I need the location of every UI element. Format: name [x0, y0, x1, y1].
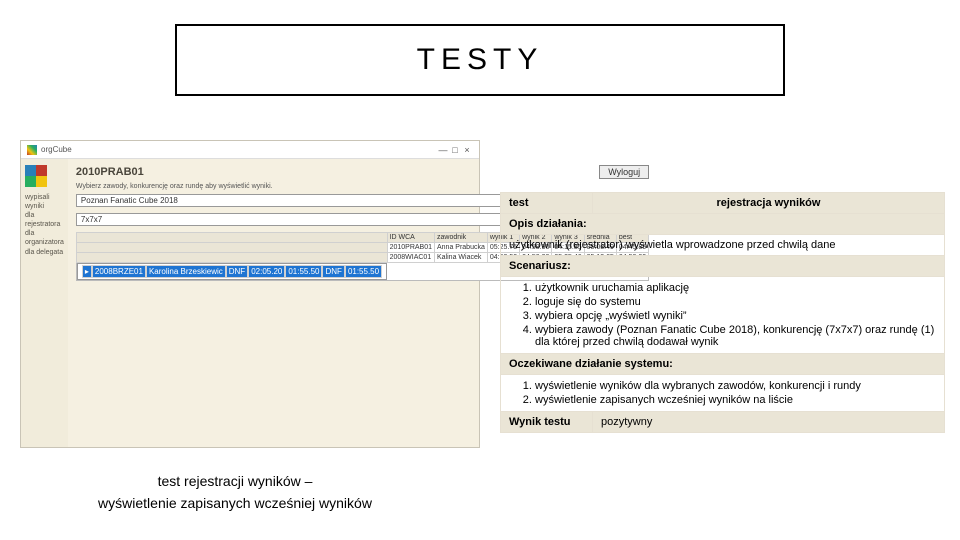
col-rowhdr	[76, 233, 387, 243]
maximize-icon[interactable]: □	[449, 145, 461, 155]
app-titlebar: orgCube — □ ×	[21, 141, 479, 159]
event-select-value: Poznan Fanatic Cube 2018	[81, 196, 178, 205]
minimize-icon[interactable]: —	[437, 145, 449, 155]
close-icon[interactable]: ×	[461, 145, 473, 155]
sidebar-text-1: wypisali wyniki	[25, 193, 64, 211]
list-item: użytkownik uruchamia aplikację	[535, 281, 936, 295]
list-item: wybiera zawody (Poznan Fanatic Cube 2018…	[535, 323, 936, 349]
opis-value: użytkownik (rejestrator) wyświetla wprow…	[501, 235, 944, 255]
wynik-label: Wynik testu	[501, 412, 593, 432]
wynik-value: pozytywny	[593, 412, 944, 432]
list-item: loguje się do systemu	[535, 295, 936, 309]
cell: Kalina Wiacek	[435, 253, 488, 263]
table-row-selected[interactable]: ▸ 2008BRZE01 Karolina Brzeskiewic DNF 02…	[77, 263, 387, 280]
scenariusz-label: Scenariusz:	[501, 256, 944, 276]
cell: 2010PRAB01	[387, 243, 434, 253]
category-select-value: 7x7x7	[81, 215, 102, 224]
logout-button[interactable]: Wyloguj	[599, 165, 649, 179]
app-window-title: orgCube	[41, 145, 72, 154]
list-item: wyświetlenie wyników dla wybranych zawod…	[535, 379, 936, 393]
cell: Karolina Brzeskiewic	[146, 265, 226, 278]
caption-line-2: wyświetlenie zapisanych wcześniej wynikó…	[98, 495, 372, 511]
test-header-value: rejestracja wyników	[593, 193, 944, 213]
title-frame: TESTY	[175, 24, 785, 96]
test-header-label: test	[501, 193, 593, 213]
cube-logo-icon	[25, 165, 47, 187]
app-icon	[27, 145, 37, 155]
test-panel: test rejestracja wyników Opis działania:…	[500, 192, 945, 433]
oczekiwane-label: Oczekiwane działanie systemu:	[501, 354, 944, 374]
cell: Anna Prabucka	[435, 243, 488, 253]
app-body: wypisali wyniki dla rejestratora dla org…	[21, 159, 479, 447]
opis-label: Opis działania:	[501, 214, 944, 234]
caption-line-1: test rejestracji wyników –	[158, 473, 313, 489]
scenariusz-list: użytkownik uruchamia aplikację loguje si…	[501, 277, 944, 353]
sidebar-text-2: dla rejestratora	[25, 211, 64, 229]
cell: 2008BRZE01	[92, 265, 146, 278]
cell: DNF	[226, 265, 248, 278]
screenshot-caption: test rejestracji wyników – wyświetlenie …	[75, 470, 395, 515]
cell: 02:05.20	[248, 265, 285, 278]
sidebar-text-4: dla delegata	[25, 248, 64, 257]
cell: DNF	[322, 265, 344, 278]
cell: 01:55.50	[345, 265, 382, 278]
sidebar-text-3: dla organizatora	[25, 229, 64, 247]
list-item: wyświetlenie zapisanych wcześniej wynikó…	[535, 393, 936, 407]
list-item: wybiera opcję „wyświetl wyniki”	[535, 309, 936, 323]
app-window: orgCube — □ × wypisali wyniki dla rejest…	[20, 140, 480, 448]
col-name: zawodnik	[435, 233, 488, 243]
oczekiwane-list: wyświetlenie wyników dla wybranych zawod…	[501, 375, 944, 411]
cell: 01:55.50	[285, 265, 322, 278]
app-sidebar: wypisali wyniki dla rejestratora dla org…	[21, 159, 68, 447]
col-id: ID WCA	[387, 233, 434, 243]
cell: 2008WIAC01	[387, 253, 434, 263]
user-id: 2010PRAB01	[76, 166, 599, 178]
page-title: TESTY	[417, 43, 544, 77]
instruction-text: Wybierz zawody, konkurencję oraz rundę a…	[76, 183, 649, 190]
